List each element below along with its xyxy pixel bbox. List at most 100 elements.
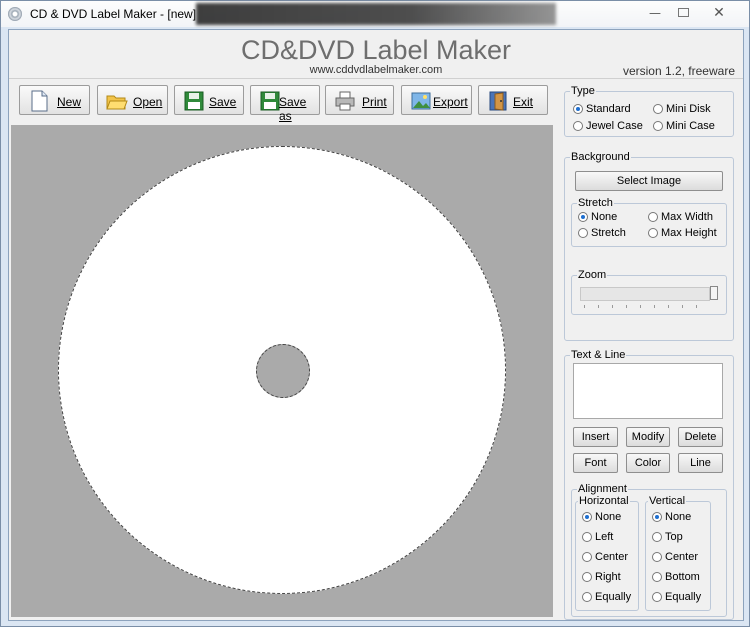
v-option-label: Center: [665, 551, 699, 563]
floppy-disk-icon: [260, 91, 280, 111]
radio-unselected-icon: [573, 121, 583, 131]
radio-selected-icon: [582, 512, 592, 522]
radio-standard[interactable]: Standard: [573, 103, 631, 115]
save-button[interactable]: Save: [174, 85, 244, 115]
zoom-slider-track[interactable]: [580, 287, 710, 301]
zoom-legend: Zoom: [578, 269, 607, 281]
type-legend: Type: [571, 85, 595, 97]
floppy-disk-icon: [184, 91, 204, 111]
new-document-icon: [31, 90, 48, 112]
radio-v-equally[interactable]: Equally: [652, 591, 701, 603]
h-option-label: Left: [595, 531, 614, 543]
app-title: CD&DVD Label Maker: [240, 35, 512, 65]
zoom-group: Zoom: [571, 269, 727, 315]
max-height-label: Max Height: [661, 227, 717, 239]
radio-h-center[interactable]: Center: [582, 551, 628, 563]
alignment-group: Alignment Horizontal None Left Center Ri…: [571, 483, 727, 617]
stretch-none-label: None: [591, 211, 618, 223]
export-label: Export: [433, 95, 468, 109]
select-image-button[interactable]: Select Image: [575, 171, 723, 191]
label-canvas[interactable]: [11, 125, 553, 617]
title-bar[interactable]: CD & DVD Label Maker - [new] — ✕: [1, 1, 749, 27]
cd-app-icon: [8, 7, 22, 21]
app-window: CD & DVD Label Maker - [new] — ✕ CD&DVD …: [0, 0, 750, 627]
radio-unselected-icon: [652, 592, 662, 602]
print-button[interactable]: Print: [325, 85, 394, 115]
radio-unselected-icon: [652, 532, 662, 542]
printer-icon: [335, 91, 355, 111]
radio-unselected-icon: [648, 228, 658, 238]
stretch-label: Stretch: [591, 227, 626, 239]
radio-v-center[interactable]: Center: [652, 551, 698, 563]
radio-mini-case[interactable]: Mini Case: [653, 120, 715, 132]
delete-button[interactable]: Delete: [678, 427, 723, 447]
exit-label: Exit: [513, 95, 534, 109]
h-option-label: None: [595, 511, 622, 523]
open-folder-icon: [106, 95, 128, 110]
radio-stretch[interactable]: Stretch: [578, 227, 626, 239]
v-option-label: None: [665, 511, 692, 523]
radio-h-none[interactable]: None: [582, 511, 621, 523]
v-option-label: Top: [665, 531, 683, 543]
save-as-label: Save as: [279, 95, 307, 123]
app-header: CD&DVD Label Maker www.cddvdlabelmaker.c…: [9, 30, 743, 79]
horizontal-group: Horizontal None Left Center Right Equall…: [575, 495, 639, 611]
new-button[interactable]: New: [19, 85, 90, 115]
radio-mini-disk[interactable]: Mini Disk: [653, 103, 711, 115]
radio-unselected-icon: [582, 532, 592, 542]
exit-door-icon: [489, 91, 507, 111]
background-group: Background Select Image Stretch None Max…: [564, 151, 734, 341]
text-entry-box[interactable]: [573, 363, 723, 419]
close-icon[interactable]: ✕: [706, 4, 732, 22]
zoom-slider-thumb[interactable]: [710, 286, 718, 300]
h-option-label: Right: [595, 571, 621, 583]
insert-button[interactable]: Insert: [573, 427, 618, 447]
stretch-group: Stretch None Max Width Stretch Max Heigh…: [571, 197, 727, 247]
color-button[interactable]: Color: [626, 453, 670, 473]
radio-max-width[interactable]: Max Width: [648, 211, 713, 223]
cd-disc[interactable]: [58, 146, 506, 594]
radio-selected-icon: [573, 104, 583, 114]
radio-selected-icon: [578, 212, 588, 222]
export-button[interactable]: Export: [401, 85, 472, 115]
max-width-label: Max Width: [661, 211, 713, 223]
radio-h-right[interactable]: Right: [582, 571, 621, 583]
version-text: version 1.2, freeware: [622, 64, 735, 78]
client-area: CD&DVD Label Maker www.cddvdlabelmaker.c…: [8, 29, 744, 621]
h-option-label: Center: [595, 551, 629, 563]
radio-v-none[interactable]: None: [652, 511, 691, 523]
radio-max-height[interactable]: Max Height: [648, 227, 717, 239]
radio-v-bottom[interactable]: Bottom: [652, 571, 700, 583]
vertical-group: Vertical None Top Center Bottom Equally: [645, 495, 711, 611]
toolbar: New Open Save Save as Print Export Exit: [9, 79, 554, 123]
text-line-legend: Text & Line: [571, 349, 626, 361]
h-option-label: Equally: [595, 591, 632, 603]
radio-jewel-case[interactable]: Jewel Case: [573, 120, 643, 132]
v-option-label: Bottom: [665, 571, 700, 583]
radio-h-left[interactable]: Left: [582, 531, 613, 543]
radio-unselected-icon: [653, 104, 663, 114]
radio-unselected-icon: [578, 228, 588, 238]
line-button[interactable]: Line: [678, 453, 723, 473]
radio-unselected-icon: [653, 121, 663, 131]
horizontal-legend: Horizontal: [579, 495, 629, 507]
minimize-icon[interactable]: —: [642, 4, 668, 22]
radio-unselected-icon: [652, 552, 662, 562]
standard-label: Standard: [586, 103, 631, 115]
alignment-legend: Alignment: [578, 483, 627, 495]
font-button[interactable]: Font: [573, 453, 618, 473]
modify-button[interactable]: Modify: [626, 427, 670, 447]
maximize-icon[interactable]: [670, 4, 696, 22]
export-image-icon: [411, 92, 431, 110]
save-as-button[interactable]: Save as: [250, 85, 320, 123]
radio-selected-icon: [652, 512, 662, 522]
radio-unselected-icon: [648, 212, 658, 222]
cd-center-hole: [256, 344, 310, 398]
background-legend: Background: [571, 151, 630, 163]
radio-h-equally[interactable]: Equally: [582, 591, 631, 603]
jewel-case-label: Jewel Case: [586, 120, 643, 132]
exit-button[interactable]: Exit: [478, 85, 548, 115]
radio-stretch-none[interactable]: None: [578, 211, 617, 223]
radio-v-top[interactable]: Top: [652, 531, 683, 543]
open-button[interactable]: Open: [97, 85, 168, 115]
